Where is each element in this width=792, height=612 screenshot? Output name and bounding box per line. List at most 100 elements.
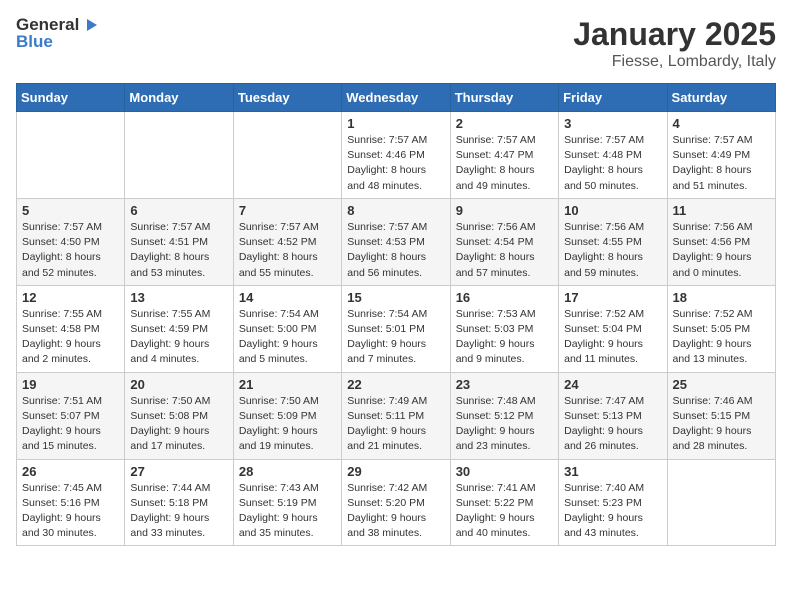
cell-content: Sunrise: 7:57 AMSunset: 4:48 PMDaylight:… [564, 133, 661, 194]
logo-graphic: General Blue [16, 16, 99, 51]
calendar-cell: 7 Sunrise: 7:57 AMSunset: 4:52 PMDaylight… [233, 198, 341, 285]
calendar-cell: 6 Sunrise: 7:57 AMSunset: 4:51 PMDaylight… [125, 198, 233, 285]
calendar-cell [17, 112, 125, 199]
calendar-cell: 8 Sunrise: 7:57 AMSunset: 4:53 PMDaylight… [342, 198, 450, 285]
cell-content: Sunrise: 7:51 AMSunset: 5:07 PMDaylight:… [22, 394, 119, 455]
day-number: 31 [564, 464, 661, 479]
cell-content: Sunrise: 7:57 AMSunset: 4:52 PMDaylight:… [239, 220, 336, 281]
calendar-cell: 9Sunrise: 7:56 AMSunset: 4:54 PMDaylight… [450, 198, 558, 285]
calendar-cell: 12 Sunrise: 7:55 AMSunset: 4:58 PMDayligh… [17, 285, 125, 372]
cell-content: Sunrise: 7:45 AMSunset: 5:16 PMDaylight:… [22, 481, 119, 542]
calendar-cell: 13 Sunrise: 7:55 AMSunset: 4:59 PMDayligh… [125, 285, 233, 372]
calendar-cell: 16 Sunrise: 7:53 AMSunset: 5:03 PMDayligh… [450, 285, 558, 372]
day-number: 5 [22, 203, 119, 218]
day-number: 30 [456, 464, 553, 479]
day-number: 20 [130, 377, 227, 392]
weekday-header-thursday: Thursday [450, 84, 558, 112]
day-number: 11 [673, 203, 770, 218]
cell-content: Sunrise: 7:40 AMSunset: 5:23 PMDaylight:… [564, 481, 661, 542]
cell-content: Sunrise: 7:46 AMSunset: 5:15 PMDaylight:… [673, 394, 770, 455]
calendar-cell: 3 Sunrise: 7:57 AMSunset: 4:48 PMDaylight… [559, 112, 667, 199]
cell-content: Sunrise: 7:55 AMSunset: 4:58 PMDaylight:… [22, 307, 119, 368]
calendar-cell: 18 Sunrise: 7:52 AMSunset: 5:05 PMDayligh… [667, 285, 775, 372]
calendar-cell: 24 Sunrise: 7:47 AMSunset: 5:13 PMDayligh… [559, 372, 667, 459]
day-number: 7 [239, 203, 336, 218]
cell-content: Sunrise: 7:52 AMSunset: 5:04 PMDaylight:… [564, 307, 661, 368]
cell-content: Sunrise: 7:43 AMSunset: 5:19 PMDaylight:… [239, 481, 336, 542]
day-number: 4 [673, 116, 770, 131]
calendar-cell: 22Sunrise: 7:49 AMSunset: 5:11 PMDayligh… [342, 372, 450, 459]
calendar-cell: 21 Sunrise: 7:50 AMSunset: 5:09 PMDayligh… [233, 372, 341, 459]
month-title: January 2025 [573, 16, 776, 53]
cell-content: Sunrise: 7:50 AMSunset: 5:09 PMDaylight:… [239, 394, 336, 455]
cell-content: Sunrise: 7:57 AMSunset: 4:50 PMDaylight:… [22, 220, 119, 281]
day-number: 1 [347, 116, 444, 131]
logo-blue-text: Blue [16, 33, 99, 52]
day-number: 17 [564, 290, 661, 305]
calendar-cell: 26Sunrise: 7:45 AMSunset: 5:16 PMDayligh… [17, 459, 125, 546]
week-row-0: 1 Sunrise: 7:57 AMSunset: 4:46 PMDaylight… [17, 112, 776, 199]
cell-content: Sunrise: 7:57 AMSunset: 4:49 PMDaylight:… [673, 133, 770, 194]
week-row-2: 12 Sunrise: 7:55 AMSunset: 4:58 PMDayligh… [17, 285, 776, 372]
day-number: 12 [22, 290, 119, 305]
day-number: 8 [347, 203, 444, 218]
cell-content: Sunrise: 7:49 AMSunset: 5:11 PMDaylight:… [347, 394, 444, 455]
cell-content: Sunrise: 7:42 AMSunset: 5:20 PMDaylight:… [347, 481, 444, 542]
calendar-cell: 1 Sunrise: 7:57 AMSunset: 4:46 PMDaylight… [342, 112, 450, 199]
day-number: 3 [564, 116, 661, 131]
cell-content: Sunrise: 7:44 AMSunset: 5:18 PMDaylight:… [130, 481, 227, 542]
week-row-4: 26Sunrise: 7:45 AMSunset: 5:16 PMDayligh… [17, 459, 776, 546]
calendar-cell: 19 Sunrise: 7:51 AMSunset: 5:07 PMDayligh… [17, 372, 125, 459]
calendar-cell: 20Sunrise: 7:50 AMSunset: 5:08 PMDayligh… [125, 372, 233, 459]
cell-content: Sunrise: 7:55 AMSunset: 4:59 PMDaylight:… [130, 307, 227, 368]
calendar-cell: 30 Sunrise: 7:41 AMSunset: 5:22 PMDayligh… [450, 459, 558, 546]
day-number: 16 [456, 290, 553, 305]
calendar-table: SundayMondayTuesdayWednesdayThursdayFrid… [16, 83, 776, 546]
calendar-cell [233, 112, 341, 199]
cell-content: Sunrise: 7:41 AMSunset: 5:22 PMDaylight:… [456, 481, 553, 542]
calendar-cell [125, 112, 233, 199]
day-number: 6 [130, 203, 227, 218]
cell-content: Sunrise: 7:52 AMSunset: 5:05 PMDaylight:… [673, 307, 770, 368]
title-area: January 2025 Fiesse, Lombardy, Italy [573, 16, 776, 71]
cell-content: Sunrise: 7:57 AMSunset: 4:51 PMDaylight:… [130, 220, 227, 281]
day-number: 14 [239, 290, 336, 305]
calendar-cell: 23 Sunrise: 7:48 AMSunset: 5:12 PMDayligh… [450, 372, 558, 459]
day-number: 24 [564, 377, 661, 392]
calendar-cell: 15Sunrise: 7:54 AMSunset: 5:01 PMDayligh… [342, 285, 450, 372]
day-number: 9 [456, 203, 553, 218]
calendar-cell: 31 Sunrise: 7:40 AMSunset: 5:23 PMDayligh… [559, 459, 667, 546]
day-number: 29 [347, 464, 444, 479]
day-number: 19 [22, 377, 119, 392]
weekday-header-friday: Friday [559, 84, 667, 112]
cell-content: Sunrise: 7:56 AMSunset: 4:55 PMDaylight:… [564, 220, 661, 281]
week-row-1: 5 Sunrise: 7:57 AMSunset: 4:50 PMDaylight… [17, 198, 776, 285]
cell-content: Sunrise: 7:54 AMSunset: 5:00 PMDaylight:… [239, 307, 336, 368]
calendar-cell: 5 Sunrise: 7:57 AMSunset: 4:50 PMDaylight… [17, 198, 125, 285]
calendar-cell: 17 Sunrise: 7:52 AMSunset: 5:04 PMDayligh… [559, 285, 667, 372]
weekday-header-tuesday: Tuesday [233, 84, 341, 112]
day-number: 27 [130, 464, 227, 479]
day-number: 21 [239, 377, 336, 392]
day-number: 23 [456, 377, 553, 392]
day-number: 10 [564, 203, 661, 218]
day-number: 18 [673, 290, 770, 305]
day-number: 28 [239, 464, 336, 479]
calendar-cell: 29 Sunrise: 7:42 AMSunset: 5:20 PMDayligh… [342, 459, 450, 546]
day-number: 25 [673, 377, 770, 392]
calendar-cell: 2Sunrise: 7:57 AMSunset: 4:47 PMDaylight… [450, 112, 558, 199]
cell-content: Sunrise: 7:57 AMSunset: 4:47 PMDaylight:… [456, 133, 553, 194]
day-number: 13 [130, 290, 227, 305]
calendar-cell: 14 Sunrise: 7:54 AMSunset: 5:00 PMDayligh… [233, 285, 341, 372]
weekday-header-saturday: Saturday [667, 84, 775, 112]
cell-content: Sunrise: 7:57 AMSunset: 4:53 PMDaylight:… [347, 220, 444, 281]
cell-content: Sunrise: 7:54 AMSunset: 5:01 PMDaylight:… [347, 307, 444, 368]
logo: General Blue [16, 16, 99, 51]
cell-content: Sunrise: 7:53 AMSunset: 5:03 PMDaylight:… [456, 307, 553, 368]
cell-content: Sunrise: 7:48 AMSunset: 5:12 PMDaylight:… [456, 394, 553, 455]
calendar-cell: 11 Sunrise: 7:56 AMSunset: 4:56 PMDayligh… [667, 198, 775, 285]
cell-content: Sunrise: 7:57 AMSunset: 4:46 PMDaylight:… [347, 133, 444, 194]
cell-content: Sunrise: 7:47 AMSunset: 5:13 PMDaylight:… [564, 394, 661, 455]
cell-content: Sunrise: 7:56 AMSunset: 4:56 PMDaylight:… [673, 220, 770, 281]
calendar-cell: 28 Sunrise: 7:43 AMSunset: 5:19 PMDayligh… [233, 459, 341, 546]
